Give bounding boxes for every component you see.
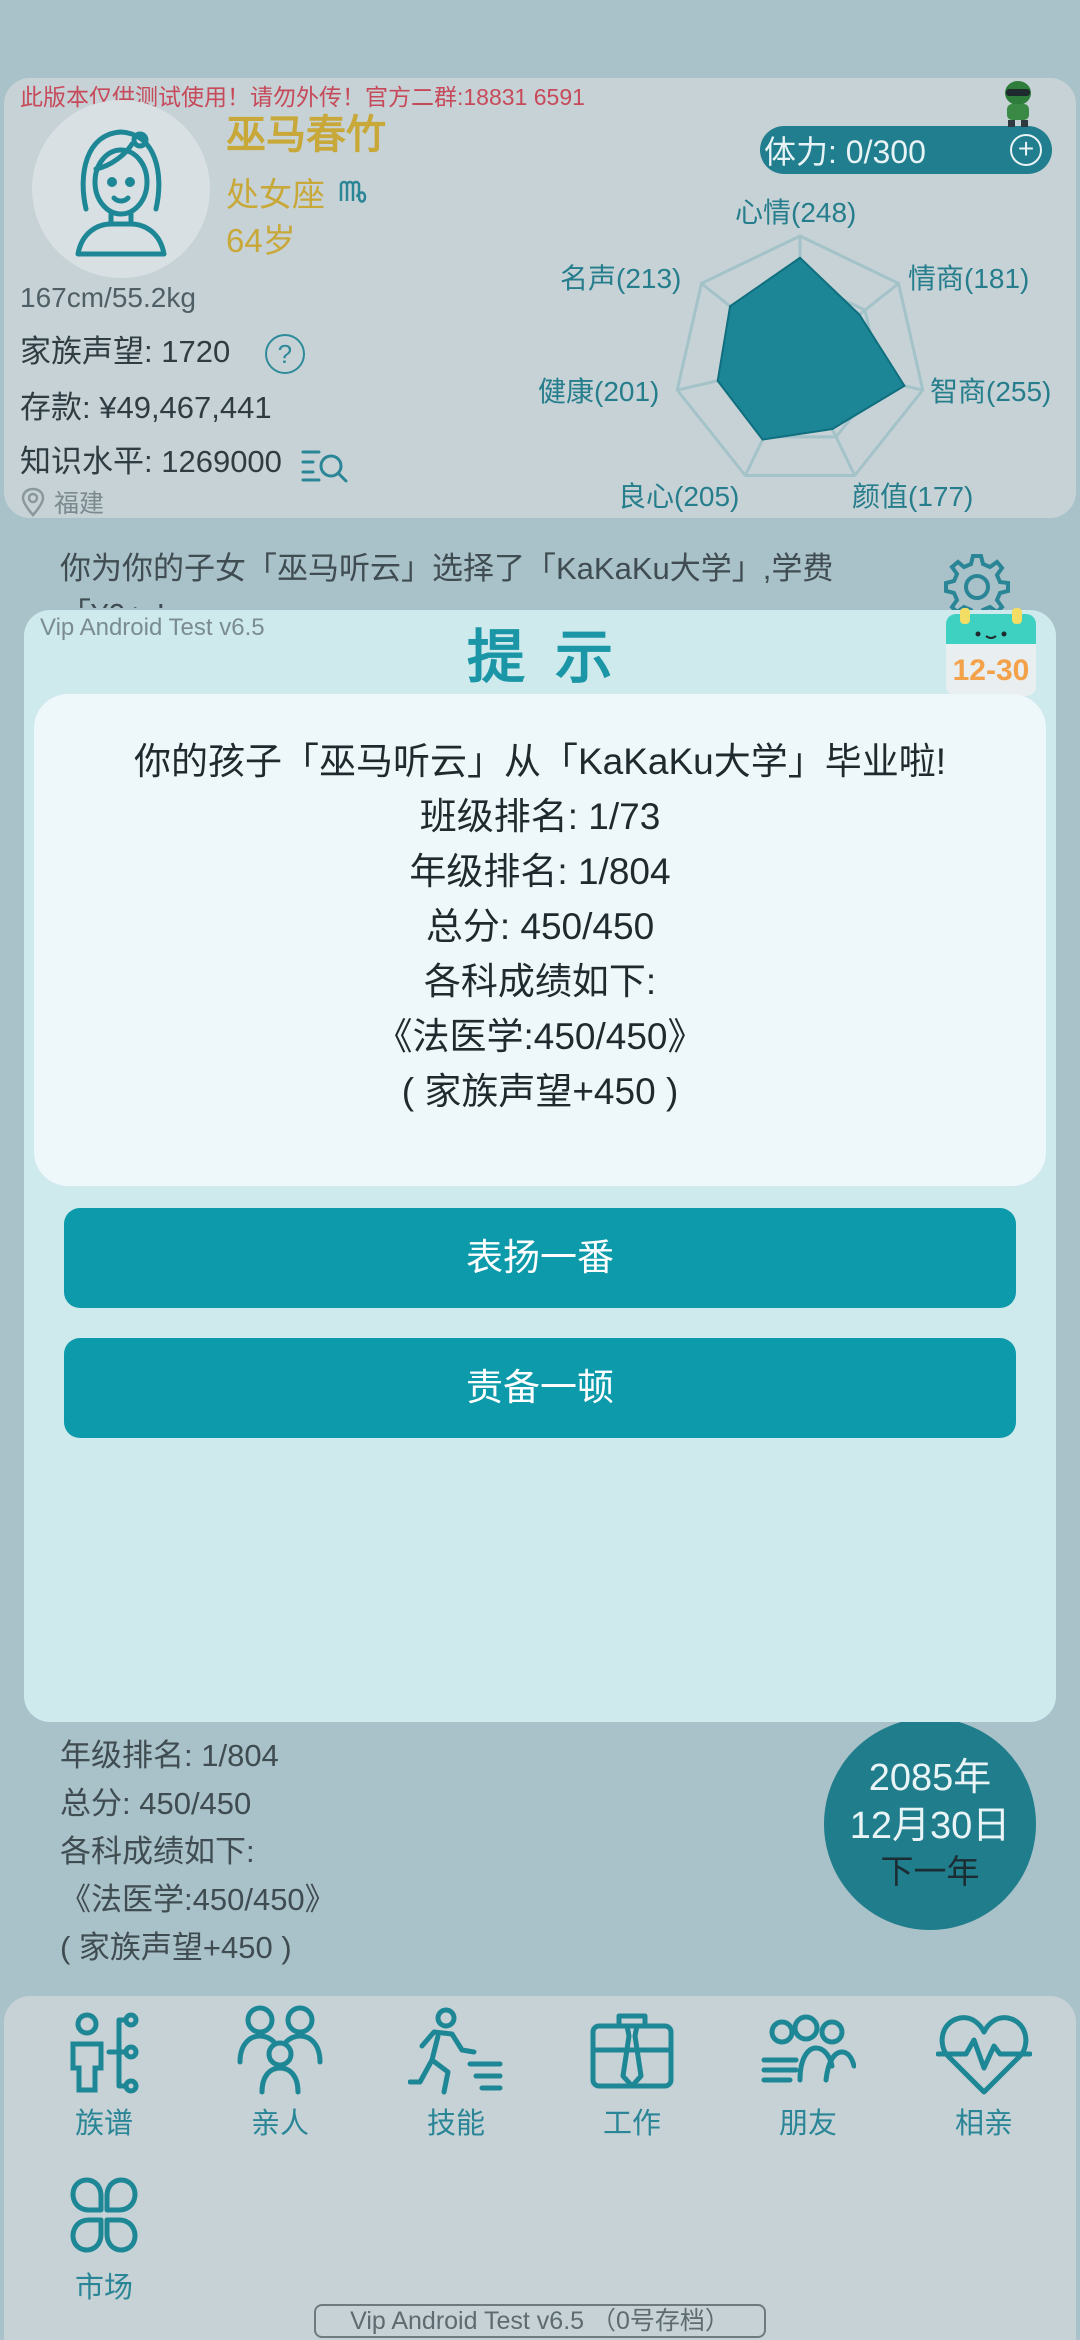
stamina-label: 体力: 0/300 — [764, 134, 926, 170]
nav-label: 市场 — [74, 2272, 133, 2304]
family-tree-icon — [70, 2012, 139, 2094]
virgo-icon — [339, 180, 367, 203]
avatar[interactable] — [32, 100, 210, 278]
attribute-radar-chart: 心情(248) 情商(181) 智商(255) 颜值(177) 良心(205) … — [538, 197, 1051, 512]
praise-button[interactable]: 表扬一番 — [64, 1208, 1016, 1308]
radar-label-eq: 情商(181) — [908, 263, 1029, 294]
radar-label-health: 健康(201) — [538, 376, 659, 407]
radar-label-mood: 心情(248) — [735, 197, 856, 228]
search-list-icon[interactable] — [301, 444, 349, 484]
radar-label-fame: 名声(213) — [560, 263, 681, 294]
save-slot-indicator: Vip Android Test v6.5 （0号存档） — [314, 2304, 766, 2338]
nav-label: 相亲 — [954, 2108, 1013, 2140]
nav-label: 族谱 — [74, 2108, 133, 2140]
briefcase-icon — [590, 2013, 674, 2089]
scold-button[interactable]: 责备一顿 — [64, 1338, 1016, 1438]
family-reputation: 家族声望: 1720 ? — [20, 326, 305, 374]
nav-label: 工作 — [602, 2108, 661, 2140]
attribute-radar-area — [716, 256, 906, 441]
nav-item-market[interactable]: 市场 — [34, 2170, 174, 2306]
age: 64岁 — [226, 222, 296, 259]
feed-line: 总分: 450/450 — [60, 1786, 252, 1821]
knowledge-level: 知识水平: 1269000 — [20, 436, 349, 484]
add-stamina-icon[interactable]: + — [1010, 134, 1042, 166]
zodiac: 处女座 — [226, 168, 369, 216]
dialog-message: 你的孩子「巫马听云」从「KaKaKu大学」毕业啦! 班级排名: 1/73 年级排… — [34, 694, 1046, 1186]
mascot-icon[interactable] — [998, 78, 1038, 128]
message-line: ( 家族声望+450 ) — [401, 1071, 679, 1112]
nav-item-relatives[interactable]: 亲人 — [210, 2000, 350, 2142]
bottom-nav: 族谱 亲人 技能 工作 朋友 相亲 市场 — [4, 1996, 1076, 2340]
message-line: 各科成绩如下: — [423, 961, 657, 1002]
message-line: 《法医学:450/450》 — [375, 1016, 705, 1057]
calendar-date: 12-30 — [953, 654, 1030, 687]
relatives-icon — [237, 2005, 323, 2095]
nav-item-friends[interactable]: 朋友 — [738, 2006, 878, 2142]
avatar-woman-icon — [75, 129, 167, 257]
height-weight: 167cm/55.2kg — [20, 282, 196, 313]
friends-icon — [761, 2014, 856, 2083]
nav-item-work[interactable]: 工作 — [562, 2006, 702, 2142]
message-line: 班级排名: 1/73 — [419, 796, 661, 837]
calendar-icon[interactable]: 12-30 — [944, 606, 1038, 698]
radar-label-iq: 智商(255) — [930, 376, 1051, 407]
market-icon — [70, 2177, 138, 2253]
knowledge-level-label: 知识水平: 1269000 — [20, 444, 282, 479]
event-feed-log: 年级排名: 1/804 总分: 450/450 各科成绩如下: 《法医学:450… — [60, 1732, 336, 1972]
help-icon[interactable]: ? — [264, 333, 305, 374]
nav-item-skills[interactable]: 技能 — [386, 2006, 526, 2142]
family-reputation-label: 家族声望: 1720 — [20, 334, 231, 369]
zodiac-label: 处女座 — [226, 176, 325, 213]
skills-icon — [408, 2007, 503, 2095]
message-line: 你的孩子「巫马听云」从「KaKaKu大学」毕业啦! — [133, 741, 947, 782]
location: 福建 — [20, 484, 104, 520]
feed-line: ( 家族声望+450 ) — [60, 1930, 292, 1965]
date-day: 12月30日 — [849, 1805, 1011, 1847]
feed-line: 各科成绩如下: — [60, 1834, 255, 1869]
savings: 存款: ¥49,467,441 — [20, 390, 272, 425]
radar-label-looks: 颜值(177) — [852, 481, 973, 512]
nav-label: 技能 — [426, 2108, 485, 2140]
character-name: 巫马春竹 — [226, 113, 386, 157]
nav-item-matchmaking[interactable]: 相亲 — [914, 2006, 1054, 2142]
nav-label: 亲人 — [250, 2108, 309, 2140]
dialog-title: 提示 — [466, 625, 643, 690]
location-pin-icon — [21, 487, 45, 517]
feed-line: 年级排名: 1/804 — [60, 1738, 279, 1773]
feed-line: 《法医学:450/450》 — [60, 1882, 336, 1917]
message-line: 年级排名: 1/804 — [409, 851, 671, 892]
stamina-bar[interactable]: 体力: 0/300 + — [760, 126, 1052, 174]
nav-label: 朋友 — [778, 2108, 837, 2140]
next-year-label: 下一年 — [880, 1853, 980, 1890]
date-year: 2085年 — [868, 1757, 992, 1799]
message-line: 总分: 450/450 — [425, 906, 655, 947]
event-feed-text: 你为你的子女「巫马听云」选择了「KaKaKu大学」,学费「¥0」! — [60, 551, 834, 608]
nav-item-family-tree[interactable]: 族谱 — [34, 2006, 174, 2142]
heartbeat-icon — [936, 2015, 1032, 2095]
location-label: 福建 — [54, 490, 105, 518]
radar-label-conscience: 良心(205) — [618, 481, 739, 512]
next-year-button[interactable]: 2085年 12月30日 下一年 — [824, 1718, 1036, 1930]
